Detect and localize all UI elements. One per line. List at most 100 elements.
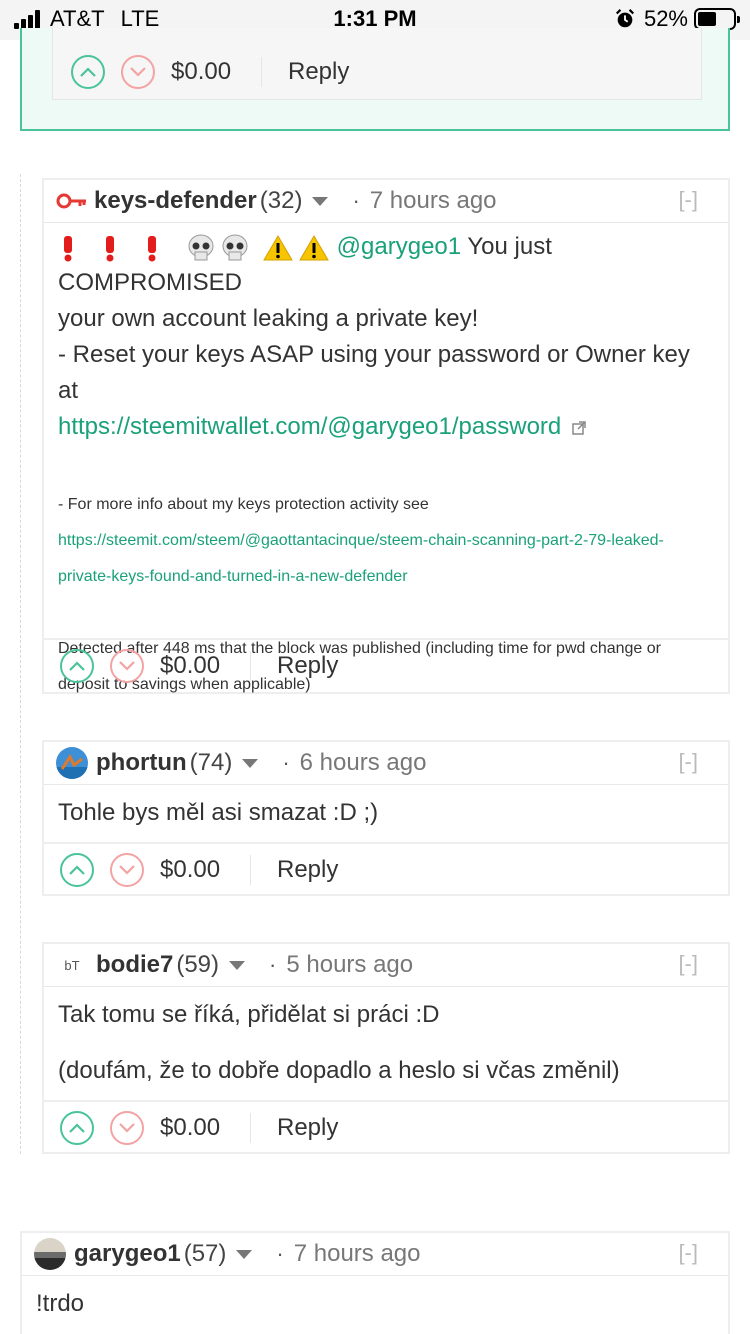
caret-down-icon[interactable]	[236, 1249, 253, 1259]
comment-paragraph-1: Tak tomu se říká, přidělat si práci :D	[58, 1001, 440, 1028]
separator-dot: ·	[276, 1241, 284, 1266]
comment-keys-defender: keys-defender (32) · 7 hours ago [-] @ga…	[42, 178, 730, 694]
payout-value[interactable]: $0.00	[160, 652, 250, 680]
collapse-toggle[interactable]: [-]	[678, 1240, 698, 1266]
warning-sign-icon	[263, 234, 293, 261]
comment-header: bT bodie7 (59) · 5 hours ago [-]	[44, 944, 728, 986]
author-reputation: (59)	[176, 951, 220, 978]
chevron-up-icon	[69, 865, 85, 875]
comment-time[interactable]: 5 hours ago	[286, 951, 413, 979]
payout-value[interactable]: $0.00	[171, 58, 261, 86]
author-reputation: (32)	[259, 187, 303, 214]
collapse-toggle[interactable]: [-]	[678, 187, 698, 213]
highlighted-comment-footer: $0.00 Reply	[52, 28, 702, 100]
detected-text-line-1: Detected after 448 ms that the block was…	[58, 640, 661, 657]
upvote-button[interactable]	[60, 853, 94, 887]
divider	[250, 1113, 251, 1143]
warning-sign-icon	[299, 234, 329, 261]
external-link-icon	[572, 421, 586, 435]
payout-value[interactable]: $0.00	[160, 856, 250, 884]
comment-header: garygeo1 (57) · 7 hours ago [-]	[22, 1233, 728, 1275]
comment-body: Tak tomu se říká, přidělat si práci :D (…	[44, 986, 728, 1100]
reply-button[interactable]: Reply	[277, 1114, 338, 1142]
separator-dot: ·	[352, 188, 360, 213]
comment-header: phortun (74) · 6 hours ago [-]	[44, 742, 728, 784]
steemit-post-link-continued[interactable]: private-keys-found-and-turned-in-a-new-d…	[58, 568, 408, 585]
warning-emojis	[58, 234, 330, 262]
downvote-button[interactable]	[110, 1111, 144, 1145]
caret-down-icon[interactable]	[312, 196, 329, 206]
divider	[250, 855, 251, 885]
highlighted-comment: $0.00 Reply	[20, 28, 730, 131]
password-link[interactable]: https://steemitwallet.com/@garygeo1/pass…	[58, 413, 561, 440]
exclamation-icon	[148, 235, 156, 262]
comment-time[interactable]: 6 hours ago	[300, 749, 427, 777]
author-name[interactable]: phortun	[96, 749, 187, 777]
downvote-button[interactable]	[110, 853, 144, 887]
avatar[interactable]	[56, 747, 88, 779]
reply-button[interactable]: Reply	[277, 856, 338, 884]
comment-line-1: !trdo	[36, 1290, 85, 1317]
comment-garygeo1: garygeo1 (57) · 7 hours ago [-] !trdo !C…	[20, 1231, 730, 1334]
collapse-toggle[interactable]: [-]	[678, 951, 698, 977]
skull-icon	[222, 234, 248, 261]
comment-time[interactable]: 7 hours ago	[294, 1240, 421, 1268]
reply-button[interactable]: Reply	[277, 652, 338, 680]
avatar[interactable]: bT	[56, 949, 88, 981]
thread-line	[20, 174, 21, 1154]
separator-dot: ·	[269, 952, 277, 977]
comment-header: keys-defender (32) · 7 hours ago [-]	[44, 180, 728, 222]
comment-line-3: - Reset your keys ASAP using your passwo…	[58, 341, 690, 404]
comment-footer: $0.00 Reply	[44, 1100, 728, 1154]
avatar-image	[34, 1238, 66, 1270]
info-text: - For more info about my keys protection…	[58, 496, 429, 513]
comment-text: Tohle bys měl asi smazat :D ;)	[58, 799, 379, 826]
comment-bodie7: bT bodie7 (59) · 5 hours ago [-] Tak tom…	[42, 942, 730, 1154]
avatar-image	[56, 747, 88, 779]
avatar[interactable]	[34, 1238, 66, 1270]
chevron-down-icon	[130, 67, 146, 77]
payout-value[interactable]: $0.00	[160, 1114, 250, 1142]
collapse-toggle[interactable]: [-]	[678, 749, 698, 775]
chevron-down-icon	[119, 661, 135, 671]
chevron-up-icon	[80, 67, 96, 77]
downvote-button[interactable]	[121, 55, 155, 89]
divider	[250, 651, 251, 681]
chevron-down-icon	[119, 1123, 135, 1133]
steemit-post-link[interactable]: https://steemit.com/steem/@gaottantacinq…	[58, 532, 664, 549]
author-name[interactable]: garygeo1	[74, 1240, 181, 1268]
author-reputation: (74)	[189, 749, 233, 776]
author-name[interactable]: keys-defender	[94, 187, 257, 215]
author-reputation: (57)	[183, 1240, 227, 1267]
reply-button[interactable]: Reply	[288, 58, 349, 86]
comment-body: !trdo !COFFEEA	[22, 1275, 728, 1334]
exclamation-icon	[106, 235, 114, 262]
comment-line-2: your own account leaking a private key!	[58, 305, 479, 332]
battery-icon	[694, 8, 740, 30]
caret-down-icon[interactable]	[242, 758, 259, 768]
upvote-button[interactable]	[71, 55, 105, 89]
divider	[261, 57, 262, 87]
caret-down-icon[interactable]	[229, 960, 246, 970]
upvote-button[interactable]	[60, 1111, 94, 1145]
downvote-button[interactable]	[110, 649, 144, 683]
comment-line-2: !COFFEEA	[36, 1324, 714, 1334]
skull-icon	[188, 234, 214, 261]
author-name[interactable]: bodie7	[96, 951, 173, 979]
alarm-icon	[615, 9, 635, 28]
key-icon	[56, 193, 86, 209]
mention-link[interactable]: @garygeo1	[337, 233, 461, 260]
separator-dot: ·	[282, 750, 290, 775]
avatar-text: bT	[64, 957, 80, 973]
chevron-up-icon	[69, 661, 85, 671]
chevron-down-icon	[119, 865, 135, 875]
info-link-line-2: private-keys-found-and-turned-in-a-new-d…	[58, 559, 714, 595]
exclamation-icon	[64, 235, 72, 262]
info-link-line-1: https://steemit.com/steem/@gaottantacinq…	[58, 523, 714, 559]
comment-phortun: phortun (74) · 6 hours ago [-] Tohle bys…	[42, 740, 730, 896]
comment-footer: $0.00 Reply	[44, 842, 728, 896]
comment-time[interactable]: 7 hours ago	[370, 187, 497, 215]
comment-paragraph-2: (doufám, že to dobře dopadlo a heslo si …	[58, 1057, 620, 1084]
comment-body: Tohle bys měl asi smazat :D ;)	[44, 784, 728, 842]
upvote-button[interactable]	[60, 649, 94, 683]
